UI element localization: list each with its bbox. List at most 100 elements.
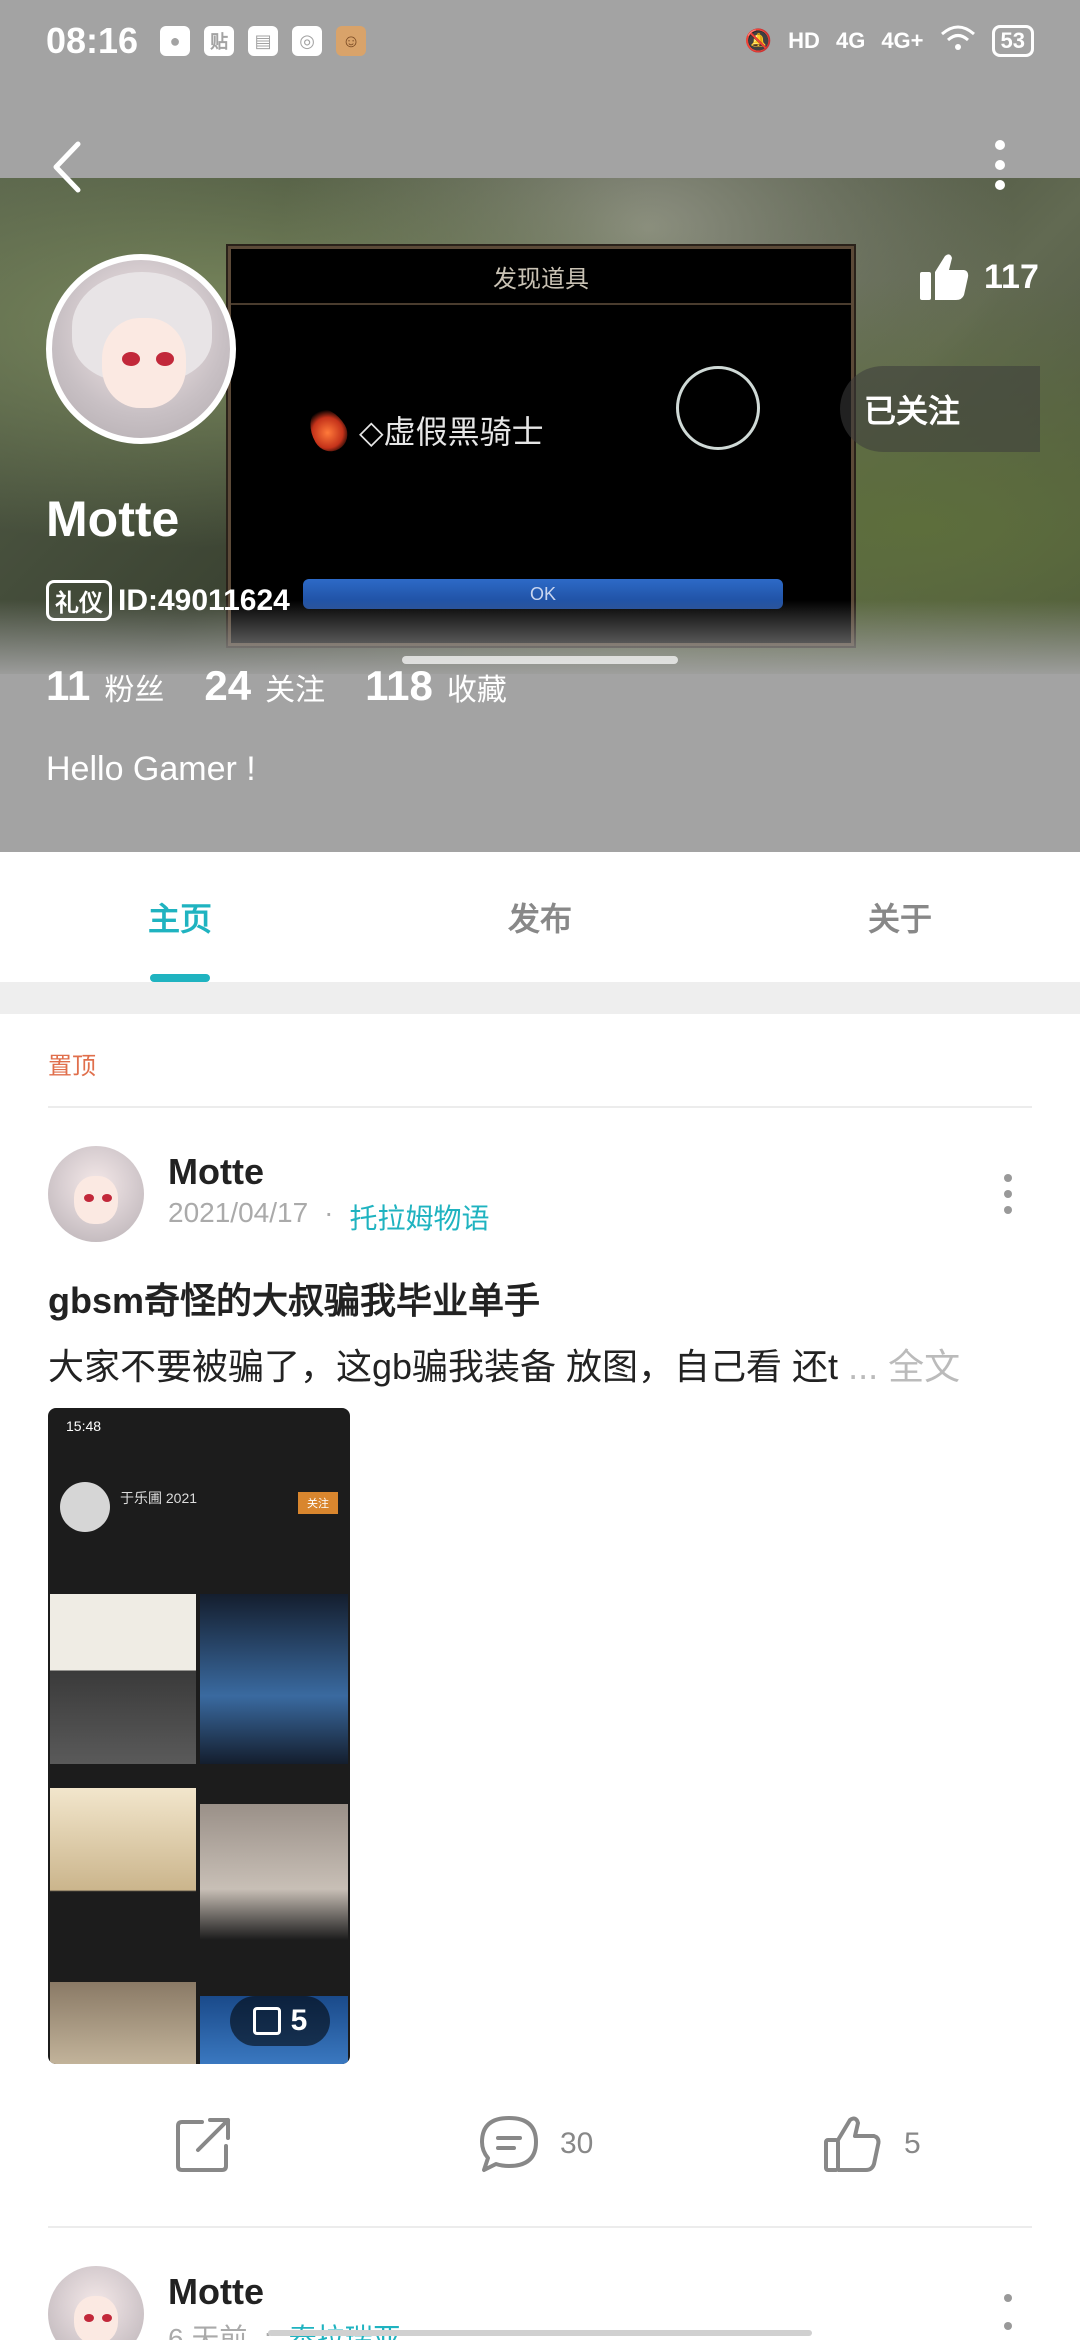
profile-tabs: 主页 发布 关于	[0, 852, 1080, 982]
post-date: 6 天前	[168, 2323, 248, 2340]
battery-icon: 53	[991, 25, 1034, 57]
profile-id: ID:49011624	[118, 583, 290, 617]
profile-name: Motte	[46, 491, 180, 547]
profile-avatar[interactable]	[46, 254, 236, 444]
like-button[interactable]: 5	[822, 2114, 921, 2174]
preview-tile	[200, 1804, 348, 1974]
dot-separator: ·	[263, 2317, 273, 2340]
thumbs-up-icon	[920, 254, 969, 300]
stat-followers[interactable]: 11 粉丝	[46, 662, 164, 710]
post-more-button[interactable]	[1002, 2294, 1014, 2330]
stat-following[interactable]: 24 关注	[204, 662, 325, 710]
share-button[interactable]	[174, 2114, 234, 2174]
more-dot-icon	[1004, 2322, 1012, 2330]
preview-tile	[50, 1788, 196, 1958]
thumbs-up-outline-icon	[824, 2116, 881, 2172]
dot-separator: ·	[324, 1197, 334, 1228]
share-icon	[176, 2118, 230, 2172]
mute-icon: 🔕	[744, 28, 773, 53]
avatar-eye	[156, 352, 174, 366]
pinned-label: 置顶	[48, 1053, 96, 1080]
signal-4g-plus-icon: 4G+	[881, 28, 924, 53]
post-actions: 30 5	[0, 2110, 1080, 2180]
read-full-link[interactable]: 全文	[888, 1346, 960, 1387]
tab-posts[interactable]: 发布	[360, 852, 720, 982]
etiquette-badge[interactable]: 礼仪	[46, 580, 112, 621]
dialog-title: 发现道具	[493, 265, 589, 293]
preview-tile	[50, 1594, 196, 1764]
wifi-icon	[940, 24, 976, 58]
more-dot-icon	[995, 140, 1005, 150]
stat-favorites[interactable]: 118 收藏	[365, 662, 507, 710]
profile-id-row: 礼仪 ID:49011624	[46, 580, 290, 621]
profile-bio: Hello Gamer !	[46, 750, 256, 788]
post-author-avatar[interactable]	[48, 1146, 144, 1242]
stat-label: 关注	[265, 674, 326, 707]
ember-icon	[302, 402, 354, 458]
comment-button[interactable]: 30	[478, 2114, 593, 2174]
post-game-tag[interactable]: 托拉姆物语	[349, 1197, 489, 1237]
post-author[interactable]: Motte	[168, 1151, 489, 1193]
more-dot-icon	[995, 180, 1005, 190]
book-icon: ▤	[248, 26, 279, 56]
more-menu-button[interactable]	[990, 140, 1010, 190]
notification-icons: ● 贴 ▤ ◎ ☺	[160, 26, 367, 56]
post-author-avatar[interactable]	[48, 2266, 144, 2340]
tieba-icon: 贴	[204, 26, 235, 56]
post-date: 2021/04/17	[168, 1197, 309, 1228]
preview-tile	[200, 1594, 348, 1764]
avatar-face	[74, 1176, 118, 1224]
profile-like-button[interactable]: 117	[918, 252, 1039, 302]
image-icon	[252, 2007, 281, 2035]
post-meta: Motte 2021/04/17 · 托拉姆物语	[168, 1151, 489, 1237]
preview-profile-name: 于乐圃 2021	[120, 1490, 198, 1506]
more-dot-icon	[1004, 1174, 1012, 1182]
divider	[48, 1106, 1032, 1108]
preview-status-time: 15:48	[66, 1418, 102, 1434]
preview-follow-badge: 关注	[298, 1492, 338, 1514]
post-subline: 2021/04/17 · 托拉姆物语	[168, 1197, 489, 1237]
tab-home[interactable]: 主页	[0, 852, 360, 982]
more-dot-icon	[1004, 1190, 1012, 1198]
post-author[interactable]: Motte	[168, 2271, 401, 2313]
profile-stats: 11 粉丝 24 关注 118 收藏	[46, 662, 507, 710]
stat-number: 24	[204, 662, 252, 709]
cover-game-dialog: 发现道具 ◇虚假黑骑士 OK	[228, 246, 854, 646]
dialog-item-name: ◇虚假黑骑士	[359, 414, 544, 450]
app-avatar-icon: ☺	[336, 26, 367, 56]
tab-about[interactable]: 关于	[720, 852, 1080, 982]
post-header: Motte 2021/04/17 · 托拉姆物语	[48, 1146, 489, 1242]
post-title[interactable]: gbsm奇怪的大叔骗我毕业单手	[48, 1272, 540, 1324]
avatar-eye	[84, 1194, 94, 1202]
divider	[48, 2226, 1032, 2228]
notification-app-icon: ●	[160, 26, 191, 56]
more-dot-icon	[995, 160, 1005, 170]
like-count: 5	[904, 2127, 921, 2160]
avatar-eye	[102, 2314, 112, 2322]
post-image[interactable]: 15:48 于乐圃 2021 关注 5	[48, 1408, 350, 2064]
avatar-placeholder-icon	[676, 366, 760, 450]
signal-4g-icon: 4G	[835, 28, 866, 53]
back-button[interactable]	[48, 140, 88, 194]
dialog-item: ◇虚假黑骑士	[302, 402, 544, 458]
back-arrow-icon	[53, 141, 81, 193]
section-divider	[0, 982, 1080, 1014]
profile-header: 发现道具 ◇虚假黑骑士 OK 08:16 ● 贴 ▤ ◎ ☺ 🔕 HD 4G 4…	[0, 0, 1080, 852]
image-count-badge: 5	[230, 1996, 330, 2046]
like-count: 117	[984, 257, 1039, 296]
comment-icon	[480, 2116, 538, 2172]
following-button[interactable]: 已关注	[840, 366, 1040, 452]
post-excerpt[interactable]: 大家不要被骗了，这gb骗我装备 放图，自己看 还t ... 全文	[48, 1338, 1038, 1390]
status-time: 08:16	[46, 20, 139, 61]
stat-number: 11	[46, 662, 91, 709]
avatar-face	[102, 318, 186, 408]
post-ellipsis: ...	[848, 1346, 879, 1387]
preview-avatar	[60, 1482, 110, 1532]
post-game-tag[interactable]: 泰拉瑞亚	[289, 2317, 401, 2340]
more-dot-icon	[1004, 1206, 1012, 1214]
status-right: 🔕 HD 4G 4G+ 53	[745, 24, 1034, 58]
post-subline: 6 天前 · 泰拉瑞亚	[168, 2317, 401, 2340]
stat-label: 收藏	[446, 674, 507, 707]
post-more-button[interactable]	[1002, 1174, 1014, 1214]
more-dot-icon	[1004, 2294, 1012, 2302]
